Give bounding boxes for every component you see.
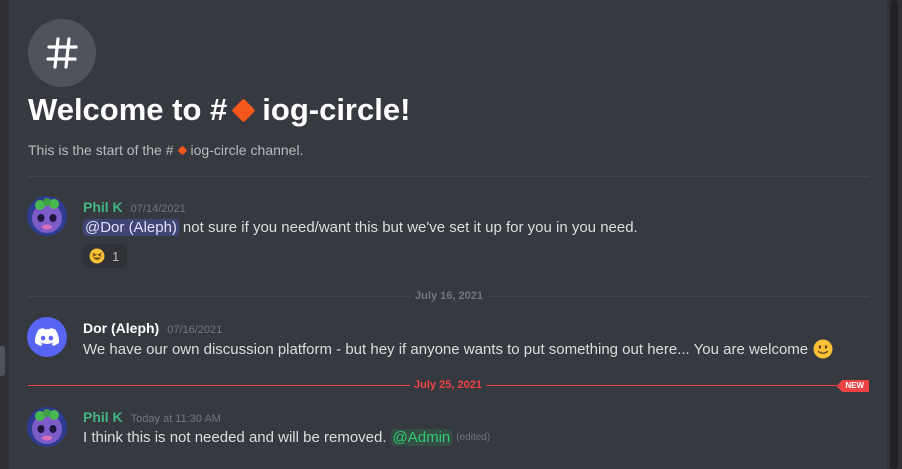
new-badge: NEW — [836, 380, 869, 392]
grinning-squinting-face-icon — [89, 248, 105, 264]
message-header: Phil K 07/14/2021 — [83, 199, 186, 215]
date-divider-label: July 25, 2021 — [410, 379, 486, 391]
message-text: I think this is not needed and will be r… — [83, 429, 387, 446]
orange-diamond-icon — [177, 145, 187, 155]
channel-welcome-title: Welcome to # iog-circle ! — [28, 92, 410, 128]
message-content: @Dor (Aleph) not sure if you need/want t… — [83, 219, 638, 236]
avatar[interactable] — [27, 407, 67, 447]
role-mention[interactable]: @Admin — [390, 429, 453, 446]
welcome-suffix: ! — [400, 92, 411, 127]
channel-hash-icon — [28, 19, 96, 87]
divider — [28, 176, 869, 177]
author-name[interactable]: Dor (Aleph) — [83, 320, 159, 336]
author-name[interactable]: Phil K — [83, 409, 123, 425]
reaction-count: 1 — [112, 248, 120, 264]
message-content: We have our own discussion platform - bu… — [83, 339, 833, 359]
chat-area[interactable]: Welcome to # iog-circle ! This is the st… — [9, 0, 887, 469]
reaction-button[interactable]: 1 — [83, 244, 127, 268]
timestamp: 07/16/2021 — [167, 324, 223, 336]
new-messages-divider: July 25, 2021 — [28, 379, 853, 391]
message-content: I think this is not needed and will be r… — [83, 429, 490, 446]
slightly-smiling-face-icon — [813, 339, 833, 359]
welcome-prefix: Welcome to # — [28, 92, 228, 127]
left-panel-edge — [0, 346, 5, 376]
avatar[interactable] — [27, 196, 67, 236]
channel-name: iog-circle — [190, 142, 247, 158]
channel-welcome-subtitle: This is the start of the # iog-circle ch… — [28, 142, 303, 158]
orange-diamond-icon — [231, 97, 256, 123]
edited-label: (edited) — [456, 432, 491, 443]
message-header: Phil K Today at 11:30 AM — [83, 409, 221, 425]
user-mention[interactable]: @Dor (Aleph) — [83, 219, 179, 236]
sub-suffix: channel. — [250, 142, 304, 158]
timestamp: Today at 11:30 AM — [130, 413, 221, 425]
date-divider-label: July 16, 2021 — [411, 290, 487, 302]
message-text: not sure if you need/want this but we've… — [182, 219, 638, 236]
timestamp: 07/14/2021 — [130, 203, 186, 215]
avatar[interactable] — [27, 317, 67, 357]
message-header: Dor (Aleph) 07/16/2021 — [83, 320, 222, 336]
sub-prefix: This is the start of the # — [28, 142, 174, 158]
scrollbar-thumb[interactable] — [890, 0, 898, 469]
discord-logo-icon — [35, 328, 59, 346]
date-divider: July 16, 2021 — [28, 290, 869, 302]
message-text: We have our own discussion platform - bu… — [83, 340, 809, 358]
channel-name: iog-circle — [262, 92, 401, 127]
author-name[interactable]: Phil K — [83, 199, 123, 215]
